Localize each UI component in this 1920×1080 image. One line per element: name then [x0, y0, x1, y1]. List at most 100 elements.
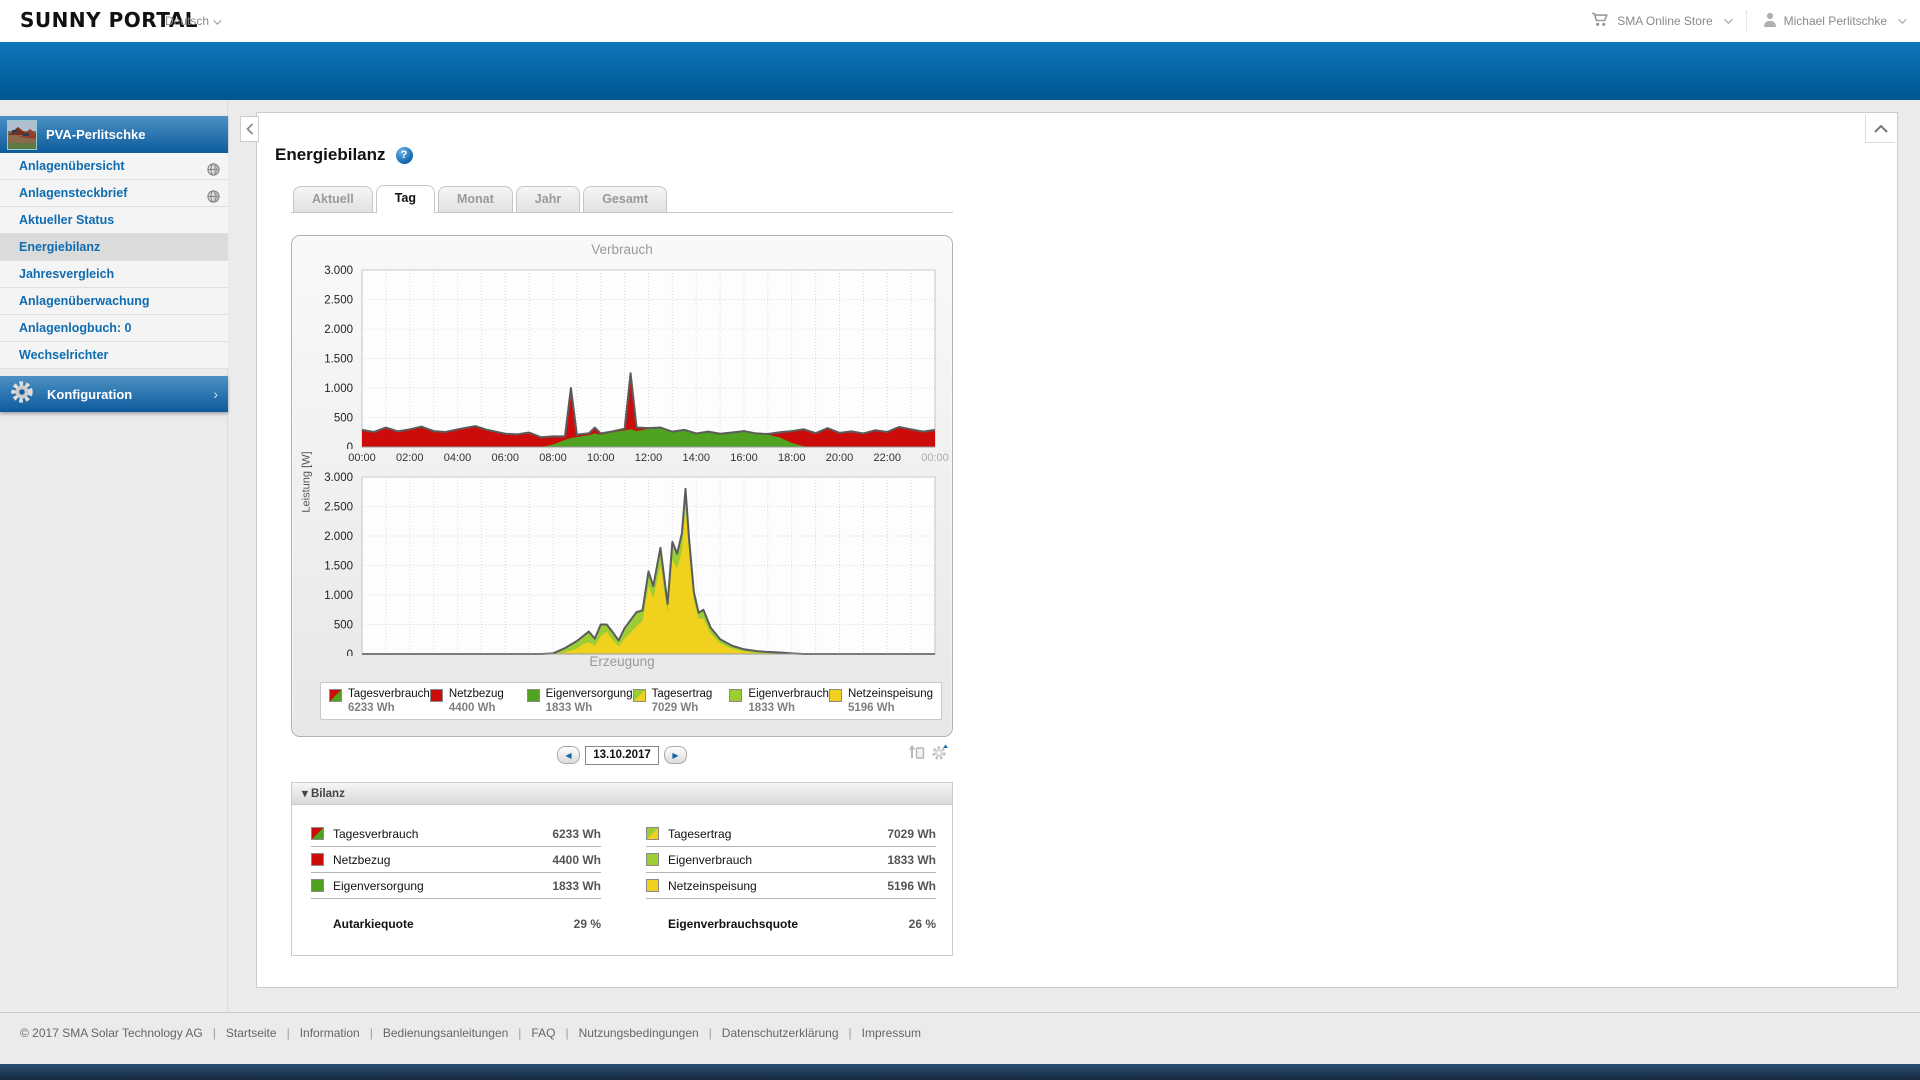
- svg-text:500: 500: [334, 413, 353, 425]
- sidebar-item-energiebilanz[interactable]: Energiebilanz: [0, 234, 228, 261]
- previous-day-button[interactable]: ◀: [557, 746, 580, 764]
- footer-copyright: © 2017 SMA Solar Technology AG: [20, 1026, 203, 1040]
- chevron-down-icon: [1723, 15, 1733, 24]
- footer-link-nutzungsbedingungen[interactable]: Nutzungsbedingungen: [555, 1026, 698, 1040]
- sidebar-item-anlagenlogbuch[interactable]: Anlagenlogbuch: 0: [0, 315, 228, 342]
- top-bar: SUNNY PORTAL Deutsch SMA Online Store Mi…: [0, 0, 1920, 42]
- gear-icon: [9, 379, 35, 410]
- main-panel: Energiebilanz ? Aktuell Tag Monat Jahr G…: [256, 112, 1898, 988]
- sidebar: PVA-Perlitschke Anlagenübersicht Anlagen…: [0, 100, 228, 1012]
- language-selector[interactable]: Deutsch: [165, 14, 222, 28]
- bilanz-row-netzbezug: Netzbezug 4400 Wh: [311, 847, 601, 873]
- plant-name: PVA-Perlitschke: [46, 127, 146, 142]
- sidebar-plant-header[interactable]: PVA-Perlitschke: [0, 116, 228, 153]
- erzeugung-chart: 0 500 1.000 1.500 2.000 2.500 3.000: [324, 472, 936, 656]
- sidebar-item-anlagenueberwachung[interactable]: Anlagenüberwachung: [0, 288, 228, 315]
- swatch-lightgreen-icon: [729, 689, 743, 702]
- page-title: Energiebilanz: [275, 145, 386, 164]
- svg-text:1.500: 1.500: [324, 561, 353, 573]
- swatch-yellow-icon: [828, 689, 842, 702]
- chart-title-erzeugung: Erzeugung: [589, 654, 655, 669]
- chevron-down-icon: [213, 16, 222, 25]
- swatch-red-green-icon: [329, 689, 342, 702]
- divider: [1745, 11, 1747, 31]
- chevron-up-icon: [1873, 124, 1888, 133]
- collapse-sidebar-button[interactable]: [240, 116, 259, 142]
- svg-text:3.000: 3.000: [324, 265, 353, 277]
- energy-chart-panel: Leistung [W] Verbrauch 0 500 1.000 1.500 2.0…: [291, 235, 953, 737]
- tab-tag[interactable]: Tag: [375, 185, 435, 213]
- swatch-red-icon: [311, 853, 324, 866]
- plant-thumbnail: [7, 119, 37, 150]
- bilanz-row-eigenverbrauchsquote: Eigenverbrauchsquote 26 %: [668, 917, 936, 931]
- chevron-down-icon: [1898, 15, 1907, 24]
- footer: © 2017 SMA Solar Technology AGStartseite…: [0, 1012, 1920, 1040]
- chart-legend: Tagesverbrauch 6233 Wh Netzbezug 4400 Wh E…: [320, 682, 942, 720]
- swatch-green-yellow-icon: [646, 827, 659, 840]
- legend-netzeinspeisung: Netzeinspeisung 5196 Wh: [828, 688, 933, 714]
- scroll-top-button[interactable]: [1865, 115, 1895, 143]
- tab-jahr[interactable]: Jahr: [515, 186, 581, 212]
- help-icon[interactable]: ?: [395, 146, 413, 164]
- user-menu[interactable]: Michael Perlitschke: [1763, 12, 1907, 30]
- footer-link-information[interactable]: Information: [277, 1026, 360, 1040]
- date-navigation: ◀ ▶: [291, 742, 953, 768]
- chart-settings-icon[interactable]: [931, 744, 949, 766]
- x-axis-ticks: 00:00 02:00 04:00 06:00 08:00 10:00 12:00 14:00…: [348, 452, 949, 464]
- online-store-link[interactable]: SMA Online Store: [1591, 12, 1733, 30]
- footer-link-impressum[interactable]: Impressum: [839, 1026, 921, 1040]
- svg-text:2.500: 2.500: [324, 502, 353, 514]
- swatch-green-yellow-icon: [632, 689, 646, 702]
- header-banner: [0, 42, 1920, 100]
- footer-link-faq[interactable]: FAQ: [508, 1026, 555, 1040]
- user-icon: [1763, 12, 1777, 30]
- svg-text:2.000: 2.000: [324, 531, 353, 543]
- bilanz-row-tagesverbrauch: Tagesverbrauch 6233 Wh: [311, 821, 601, 847]
- legend-eigenverbrauch: Eigenverbrauch 1833 Wh: [729, 688, 829, 714]
- bilanz-header[interactable]: ▾ Bilanz: [292, 783, 952, 805]
- swatch-red-green-icon: [311, 827, 324, 840]
- bilanz-panel: ▾ Bilanz Tagesverbrauch 6233 Wh Netzbezu…: [291, 782, 953, 956]
- svg-text:2.000: 2.000: [324, 324, 353, 336]
- sidebar-item-konfiguration[interactable]: Konfiguration ›: [0, 376, 228, 412]
- legend-eigenversorgung: Eigenversorgung 1833 Wh: [526, 688, 633, 714]
- swatch-green-icon: [526, 689, 540, 702]
- bilanz-row-eigenverbrauch: Eigenverbrauch 1833 Wh: [646, 847, 936, 873]
- svg-text:0: 0: [347, 649, 353, 656]
- footer-link-datenschutzerklaerung[interactable]: Datenschutzerklärung: [699, 1026, 839, 1040]
- sidebar-item-anlagensteckbrief[interactable]: Anlagensteckbrief: [0, 180, 228, 207]
- verbrauch-chart: 0 500 1.000 1.500 2.000 2.500 3.000: [324, 265, 936, 449]
- sidebar-item-wechselrichter[interactable]: Wechselrichter: [0, 342, 228, 369]
- sidebar-item-anlagenuebersicht[interactable]: Anlagenübersicht: [0, 153, 228, 180]
- svg-text:3.000: 3.000: [324, 472, 353, 484]
- svg-text:1.500: 1.500: [324, 354, 353, 366]
- cart-icon: [1591, 12, 1610, 30]
- svg-text:1.000: 1.000: [324, 590, 353, 602]
- footer-link-startseite[interactable]: Startseite: [203, 1026, 277, 1040]
- svg-text:2.500: 2.500: [324, 295, 353, 307]
- svg-text:500: 500: [334, 620, 353, 632]
- publish-icon[interactable]: [908, 744, 925, 766]
- swatch-green-icon: [311, 879, 324, 892]
- sidebar-item-aktueller-status[interactable]: Aktueller Status: [0, 207, 228, 234]
- tab-strip: Aktuell Tag Monat Jahr Gesamt: [291, 185, 953, 213]
- date-input[interactable]: [585, 745, 659, 765]
- bottom-bar: [0, 1064, 1920, 1080]
- svg-text:0: 0: [347, 442, 353, 449]
- legend-tagesverbrauch: Tagesverbrauch 6233 Wh: [329, 688, 430, 714]
- tab-gesamt[interactable]: Gesamt: [583, 186, 668, 212]
- footer-link-bedienungsanleitungen[interactable]: Bedienungsanleitungen: [360, 1026, 509, 1040]
- tab-aktuell[interactable]: Aktuell: [293, 186, 373, 212]
- next-day-button[interactable]: ▶: [664, 746, 687, 764]
- bilanz-row-autarkiequote: Autarkiequote 29 %: [333, 917, 601, 931]
- swatch-red-icon: [429, 689, 443, 702]
- bilanz-row-netzeinspeisung: Netzeinspeisung 5196 Wh: [646, 873, 936, 899]
- swatch-lightgreen-icon: [646, 853, 659, 866]
- legend-netzbezug: Netzbezug 4400 Wh: [429, 688, 527, 714]
- tab-monat[interactable]: Monat: [437, 186, 513, 212]
- bilanz-row-tagesertrag: Tagesertrag 7029 Wh: [646, 821, 936, 847]
- chevron-right-icon: ›: [213, 386, 218, 402]
- bilanz-row-eigenversorgung: Eigenversorgung 1833 Wh: [311, 873, 601, 899]
- chart-title-verbrauch: Verbrauch: [591, 242, 653, 257]
- sidebar-item-jahresvergleich[interactable]: Jahresvergleich: [0, 261, 228, 288]
